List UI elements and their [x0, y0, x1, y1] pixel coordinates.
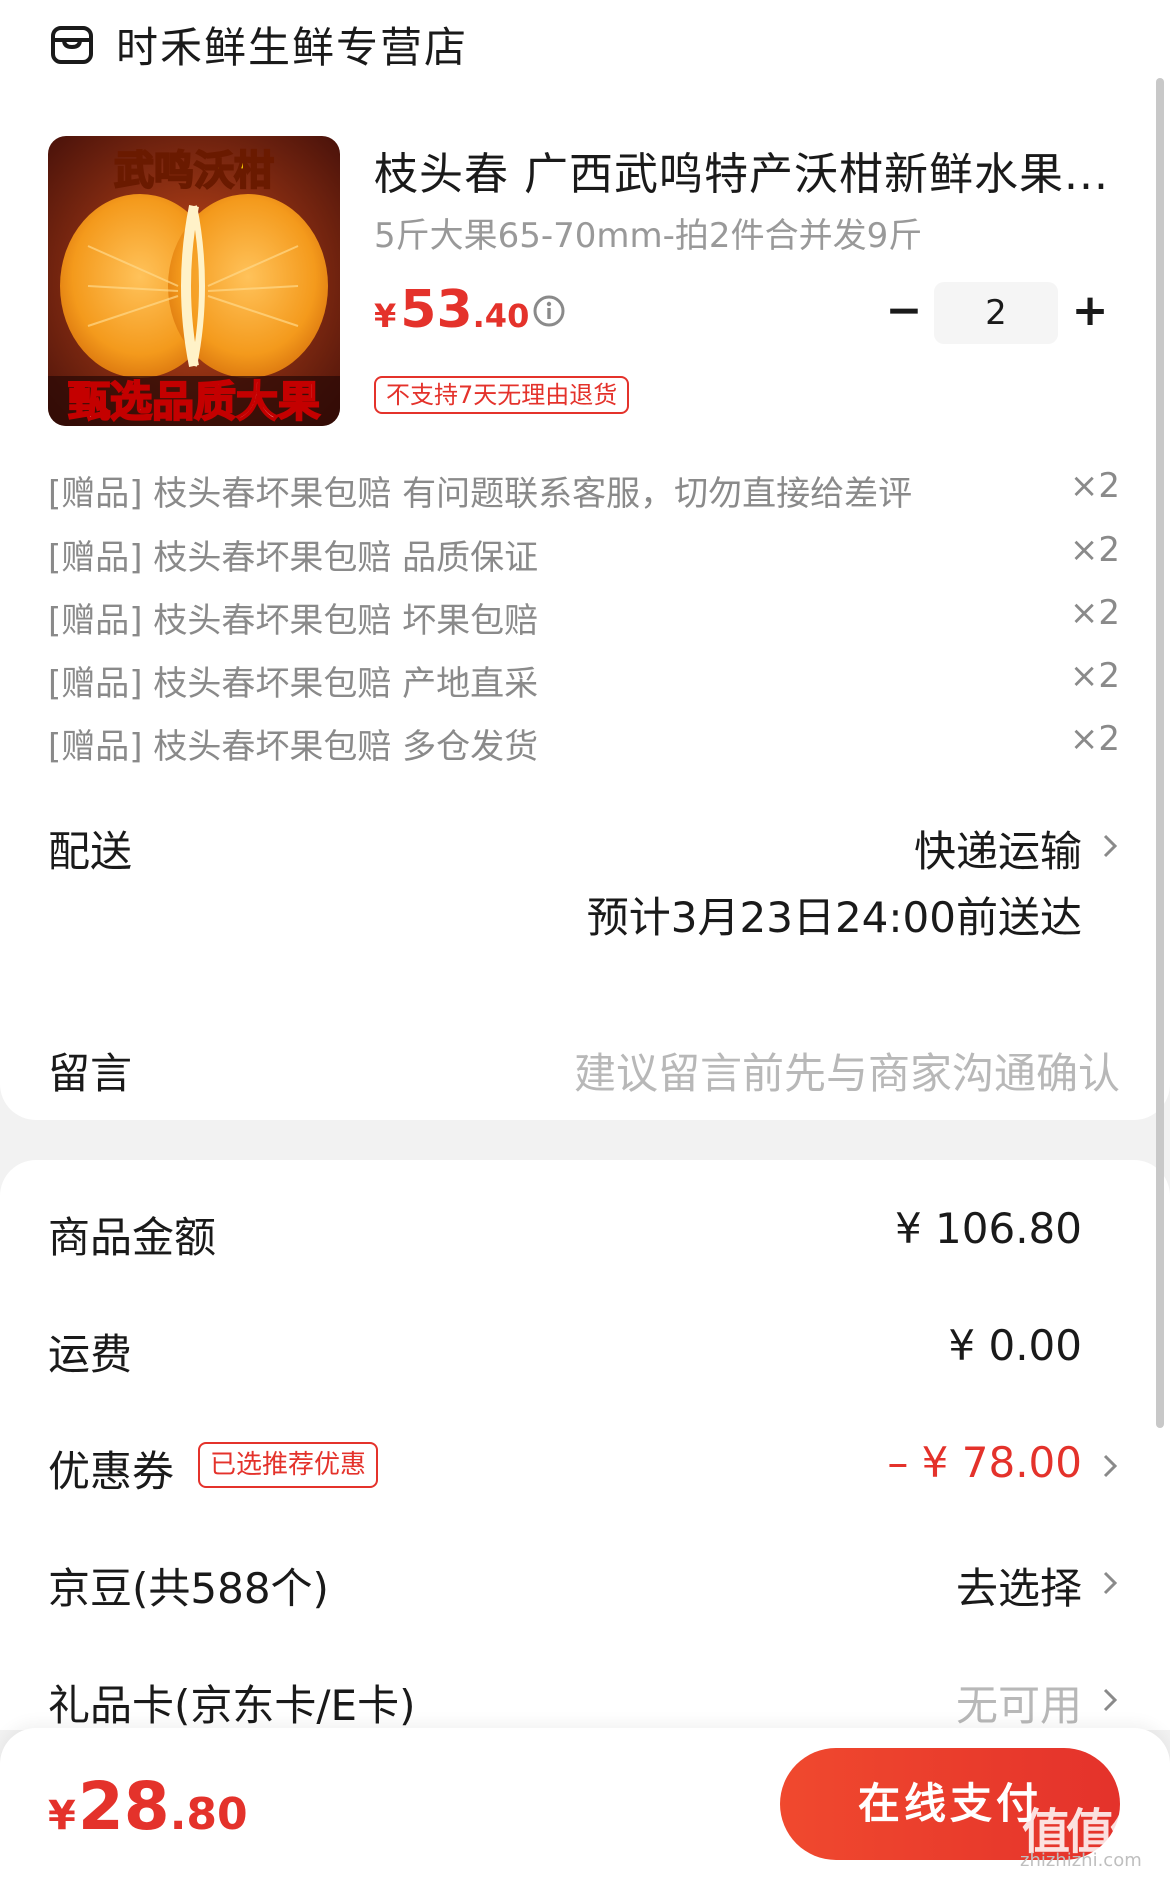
product-title[interactable]: 枝头春 广西武鸣特产沃柑新鲜水果...	[374, 138, 1114, 202]
gift-card-value[interactable]: 无可用	[956, 1672, 1082, 1733]
store-name: 时禾鲜生鲜专营店	[116, 22, 469, 72]
gift-qty: ×2	[1069, 466, 1120, 506]
goods-amount-label: 商品金额	[48, 1213, 217, 1262]
gift-qty: ×2	[1069, 656, 1120, 696]
coupon-recommended-badge: 已选推荐优惠	[198, 1442, 379, 1488]
product-price: ¥ 53 .40	[374, 280, 529, 340]
total-integer: 28	[77, 1768, 170, 1845]
gift-item: [赠品] 枝头春坏果包赔 坏果包赔 ×2	[48, 593, 1120, 643]
price-decimal: .40	[472, 297, 530, 335]
gift-qty: ×2	[1069, 719, 1120, 759]
gift-item: [赠品] 枝头春坏果包赔 多仓发货 ×2	[48, 719, 1120, 769]
total-symbol: ¥	[48, 1793, 76, 1839]
message-label: 留言	[48, 1049, 133, 1098]
chevron-right-icon[interactable]	[1100, 1563, 1120, 1603]
no-return-badge: 不支持7天无理由退货	[374, 376, 630, 414]
gift-text: [赠品] 枝头春坏果包赔 坏果包赔	[48, 601, 539, 641]
chevron-right-icon[interactable]	[1100, 1680, 1120, 1720]
delivery-eta: 预计3月23日24:00前送达	[586, 893, 1082, 942]
message-input[interactable]: 建议留言前先与商家沟通确认	[574, 1040, 1120, 1101]
chevron-right-icon[interactable]	[1100, 826, 1120, 866]
gift-text: [赠品] 枝头春坏果包赔 有问题联系客服，切勿直接给差评	[48, 474, 913, 514]
scrollbar[interactable]	[1156, 78, 1164, 1428]
gift-text: [赠品] 枝头春坏果包赔 产地直采	[48, 664, 539, 704]
store-header[interactable]: 时禾鲜生鲜专营店	[48, 12, 468, 76]
delivery-method[interactable]: 快递运输	[914, 818, 1082, 879]
info-icon[interactable]	[532, 294, 566, 328]
shipping-fee-value: ¥ 0.00	[948, 1321, 1082, 1370]
gift-item: [赠品] 枝头春坏果包赔 品质保证 ×2	[48, 530, 1120, 580]
quantity-decrease-button[interactable]: −	[884, 286, 924, 336]
watermark-url: zhizhizhi.com	[1020, 1850, 1142, 1871]
gift-qty: ×2	[1069, 593, 1120, 633]
price-integer: 53	[400, 280, 473, 340]
total-price: ¥ 28 .80	[48, 1768, 248, 1845]
goods-amount-value: ¥ 106.80	[894, 1204, 1082, 1253]
product-image-caption: 甄选品质大果	[68, 377, 320, 426]
gift-item: [赠品] 枝头春坏果包赔 有问题联系客服，切勿直接给差评 ×2	[48, 466, 1120, 516]
product-image[interactable]: 武鸣沃柑 甄选品质大果	[48, 136, 340, 426]
shipping-fee-label: 运费	[48, 1330, 133, 1379]
product-image-title: 武鸣沃柑	[114, 148, 274, 194]
product-spec[interactable]: 5斤大果65-70mm-拍2件合并发9斤	[374, 208, 922, 257]
gift-item: [赠品] 枝头春坏果包赔 产地直采 ×2	[48, 656, 1120, 706]
gift-qty: ×2	[1069, 530, 1120, 570]
chevron-right-icon[interactable]	[1100, 1446, 1120, 1486]
coupon-label: 优惠券	[48, 1447, 175, 1496]
price-symbol: ¥	[374, 297, 397, 335]
quantity-increase-button[interactable]: +	[1070, 286, 1110, 336]
gift-card-label: 礼品卡(京东卡/E卡)	[48, 1681, 416, 1730]
jd-beans-select[interactable]: 去选择	[956, 1555, 1082, 1616]
total-decimal: .80	[169, 1789, 248, 1840]
gift-text: [赠品] 枝头春坏果包赔 多仓发货	[48, 727, 539, 767]
gift-text: [赠品] 枝头春坏果包赔 品质保证	[48, 538, 539, 578]
quantity-input[interactable]: 2	[934, 282, 1058, 344]
store-icon	[51, 26, 93, 64]
jd-beans-label: 京豆(共588个)	[48, 1564, 329, 1613]
delivery-label: 配送	[48, 827, 133, 876]
coupon-value[interactable]: – ¥ 78.00	[887, 1438, 1082, 1487]
